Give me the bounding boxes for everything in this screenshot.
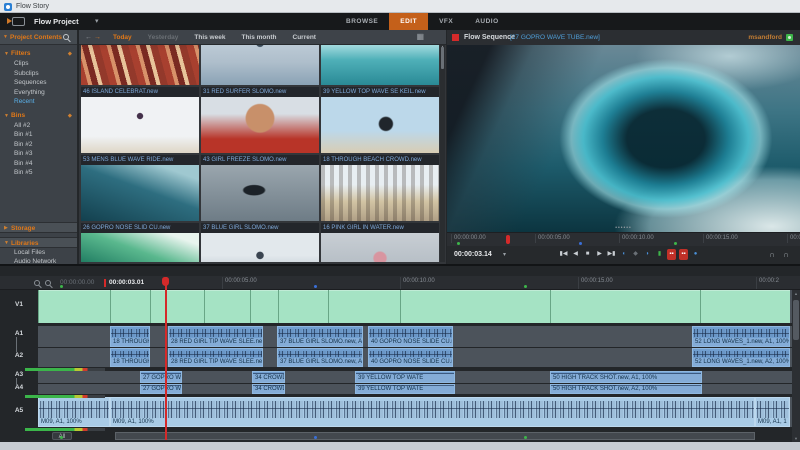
- clip-label: M09, A1, 100%: [41, 419, 82, 425]
- timeline-clip[interactable]: 34 CROWD: [252, 371, 285, 383]
- timeline-clip[interactable]: 16 PINK GIRL IN WATER, 100: [38, 290, 110, 323]
- app-window: Flow Story Flow Project ▾ BROWSE EDIT VFX A…: [0, 0, 800, 450]
- clip-label: 50 HIGH TRACK SHOT.new, A1, 100%: [551, 374, 701, 382]
- track-a1: 18 THROUGH B 28 RED GIRL TIP WAVE SLEE.ne…: [38, 326, 792, 347]
- timeline-clip[interactable]: 28 RED GIRL TIP WAVE S: [204, 290, 250, 323]
- timeline-clip[interactable]: 27 GOPRO WAVE T: [150, 290, 204, 323]
- timeline-clip[interactable]: 40 GOPRO NOSE SLIDE CU.new, A1, 100%: [368, 326, 453, 347]
- timeline-clip[interactable]: 52 LONG WAVES_1.new, A1, 100%: [692, 326, 790, 347]
- timeline-clip[interactable]: M09, A1, 100%: [38, 397, 110, 427]
- timeline-scrollbar[interactable]: ▲ ▼: [792, 290, 800, 442]
- track-header-v1[interactable]: V1: [0, 301, 38, 308]
- clip-label: 39 YELLOW TOP WATE: [356, 385, 454, 393]
- audio-meter: [25, 368, 105, 371]
- track-a4: 27 GOPRO WAVE 34 CROWD 39 YELLOW TOP WATE 5…: [38, 384, 792, 394]
- track-a3: 27 GOPRO WAVE 34 CROWD 39 YELLOW TOP WATE 5…: [38, 371, 792, 383]
- timeline-clip[interactable]: 50 HIGH TRACK SHOT.new, 100%: [550, 290, 700, 323]
- marker-dot: [314, 436, 317, 439]
- clip-label: 50 HIGH TRACK SHOT.new, A2, 100%: [551, 385, 701, 393]
- track-header-a1[interactable]: A1: [0, 330, 38, 337]
- playhead[interactable]: [165, 277, 167, 440]
- track-pair-line: [16, 337, 17, 352]
- clip-label: 39 YELLOW TOP WATE: [356, 374, 454, 382]
- timeline-minimap[interactable]: [115, 432, 755, 440]
- track-a2: 18 THROUGH B 28 RED GIRL TIP WAVE SLEE.ne…: [38, 348, 792, 367]
- timeline-clip[interactable]: 37 BLUE GIRL SLOMO.new, A1, 100: [277, 326, 363, 347]
- clip-label: 27 GOPRO WAVE: [141, 385, 181, 393]
- clip-label: 40 GOPRO NOSE SLIDE CU.new, A1, 100%: [369, 338, 452, 346]
- timeline-clip[interactable]: 39 YELLOW TOP W: [328, 290, 400, 323]
- track-header-a2[interactable]: A2: [0, 352, 38, 359]
- timeline-clip[interactable]: 18 THROUGH B: [110, 290, 150, 323]
- scroll-up-icon[interactable]: ▲: [792, 291, 800, 296]
- clip-label: 34 CROWD: [253, 385, 284, 393]
- clip-label: 27 GOPRO WAVE: [141, 374, 181, 382]
- clip-label: 40 GOPRO NOSE SLIDE CU.new, A2, 100%: [369, 358, 452, 366]
- timeline-clip[interactable]: 27 GOPRO WAVE: [140, 384, 182, 394]
- track-v1: 16 PINK GIRL IN WATER, 10018 THROUGH B27…: [38, 290, 792, 323]
- timeline-clip[interactable]: 37 BLUE GIRL SLOMO.new: [278, 290, 328, 323]
- marker-dot: [60, 436, 63, 439]
- timeline-clip[interactable]: 28 RED GIRL TIP WAVE SLEE.new, A1: [168, 326, 263, 347]
- clip-label: 28 RED GIRL TIP WAVE SLEE.new, A2: [169, 358, 262, 366]
- timeline-clip[interactable]: 39 YELLOW TOP WATE: [355, 371, 455, 383]
- track-a5: M09, A1, 100% M09, A1, 100% M09, A1, 1: [38, 397, 792, 427]
- track-pair-line: [16, 378, 17, 386]
- clip-label: M09, A1, 1: [758, 419, 787, 425]
- clip-label: 52 LONG WAVES_1.new, A2, 100%: [693, 358, 789, 366]
- clip-label: 52 LONG WAVES_1.new, A1, 100%: [693, 338, 789, 346]
- timeline-clip[interactable]: 34 CROWD CE: [250, 290, 278, 323]
- timeline-clip[interactable]: 39 YELLOW TOP WATE: [355, 384, 455, 394]
- marker-dot: [524, 436, 527, 439]
- timeline-clip[interactable]: 28 RED GIRL TIP WAVE SLEE.new, A2: [168, 348, 263, 367]
- scrollbar-thumb[interactable]: [793, 300, 799, 340]
- clip-label: 28 RED GIRL TIP WAVE SLEE.new, A1: [169, 338, 262, 346]
- playhead-pin[interactable]: [162, 277, 169, 286]
- clip-label: M09, A1, 100%: [113, 419, 154, 425]
- timeline-clip[interactable]: M09, A1, 100%: [110, 397, 755, 427]
- clip-label: 37 BLUE GIRL SLOMO.new, A2, 100: [278, 358, 362, 366]
- clip-label: 18 THROUGH B: [111, 338, 149, 346]
- timeline-bottom: All: [0, 431, 800, 442]
- audio-meter: [25, 395, 105, 398]
- timeline-clip[interactable]: 18 THROUGH B: [110, 326, 150, 347]
- clip-label: 18 THROUGH B: [111, 358, 149, 366]
- track-header-a4[interactable]: A4: [0, 384, 38, 391]
- timeline-clip[interactable]: 51 MENS RED BOARD FRONT.ne: [700, 290, 790, 323]
- clip-label: 37 BLUE GIRL SLOMO.new, A1, 100: [278, 338, 362, 346]
- timeline-tracks: V116 PINK GIRL IN WATER, 10018 THROUGH B…: [0, 0, 800, 450]
- track-header-a3[interactable]: A3: [0, 371, 38, 378]
- timeline-clip[interactable]: M09, A1, 1: [755, 397, 790, 427]
- timeline-clip[interactable]: 40 GOPRO NOSE SLIDE CU.new, A2, 100%: [368, 348, 453, 367]
- timeline-clip[interactable]: 34 CROWD: [252, 384, 285, 394]
- timeline-clip[interactable]: 50 HIGH TRACK SHOT.new, A2, 100%: [550, 384, 702, 394]
- scroll-down-icon[interactable]: ▼: [792, 436, 800, 441]
- taskbar-strip: [0, 442, 800, 450]
- timeline-clip[interactable]: 18 THROUGH B: [110, 348, 150, 367]
- timeline-clip[interactable]: 37 BLUE GIRL SLOMO.new, A2, 100: [277, 348, 363, 367]
- clip-label: 34 CROWD: [253, 374, 284, 382]
- timeline-clip[interactable]: 27 GOPRO WAVE: [140, 371, 182, 383]
- timeline-clip[interactable]: 52 LONG WAVES_1.new, A2, 100%: [692, 348, 790, 367]
- track-header-a5[interactable]: A5: [0, 407, 38, 414]
- timeline-clip[interactable]: 50 HIGH TRACK SHOT.new, A1, 100%: [550, 371, 702, 383]
- timeline-clip[interactable]: 40 GOPRO NOSE SLIDE CU.new, 100%: [400, 290, 550, 323]
